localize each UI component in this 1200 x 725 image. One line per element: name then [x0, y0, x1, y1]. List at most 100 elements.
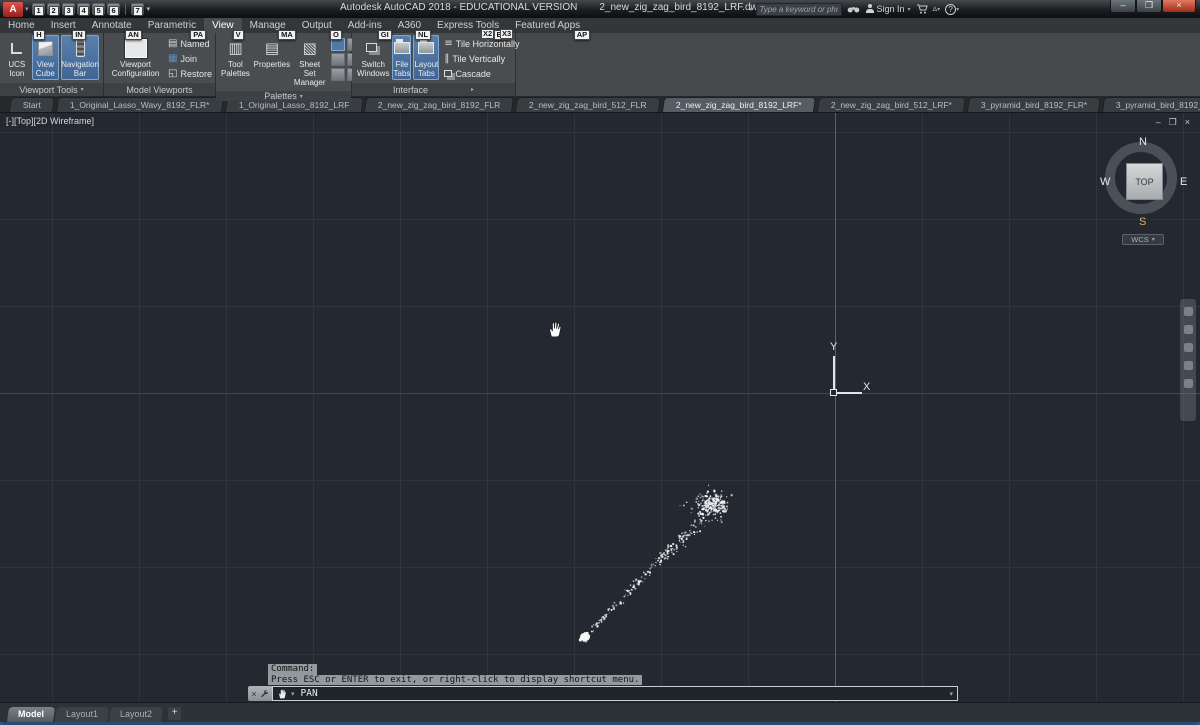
- ribbon-tab-featured-apps[interactable]: Featured AppsAP: [507, 18, 588, 33]
- qat-customize-caret-icon[interactable]: ▾: [147, 5, 151, 13]
- command-window-grip[interactable]: ×: [248, 686, 272, 701]
- application-menu-caret-icon[interactable]: ▾: [25, 5, 29, 13]
- file-tab[interactable]: 2_new_zig_zag_bird_512_LRF*: [817, 97, 966, 112]
- ribbon-tab-manage[interactable]: ManageMA: [242, 18, 294, 33]
- file-tab[interactable]: 2_new_zig_zag_bird_8192_LRF*: [662, 97, 816, 112]
- qat-button-6[interactable]: 6: [107, 3, 120, 15]
- nav-showmotion-icon[interactable]: [1184, 379, 1193, 388]
- qat-button-1[interactable]: 1: [32, 3, 45, 15]
- palette-mini-button[interactable]: [331, 53, 345, 66]
- layout-tabs-icon: [418, 42, 434, 54]
- layout-tabs-button[interactable]: Layout Tabs: [413, 35, 439, 80]
- ucs-x-axis: [833, 392, 862, 394]
- sign-in-button[interactable]: Sign In ▾: [866, 4, 911, 14]
- sign-in-caret-icon: ▾: [908, 6, 911, 13]
- command-close-icon[interactable]: ×: [251, 689, 256, 699]
- view-cube-label: View Cube: [33, 60, 58, 78]
- qat-button-2[interactable]: 2: [47, 3, 60, 15]
- file-tab[interactable]: 3_pyramid_bird_8192_FLR*: [967, 97, 1101, 112]
- file-tab[interactable]: 2_new_zig_zag_bird_8192_FLR: [364, 97, 515, 112]
- ucs-icon-button[interactable]: UCS Icon: [4, 35, 30, 80]
- command-input-area[interactable]: ▾ ▾: [272, 686, 958, 701]
- navigation-bar-button[interactable]: Navigation Bar: [61, 35, 99, 80]
- ribbon-tab-express-tools[interactable]: Express ToolsET: [429, 18, 507, 33]
- ribbon-tab-home[interactable]: HomeH: [0, 18, 43, 33]
- qat-button-3[interactable]: 3: [62, 3, 75, 15]
- layout-tab-bar: ModelLayout1Layout2 +: [0, 703, 181, 722]
- wcs-menu-button[interactable]: WCS▾: [1122, 234, 1164, 245]
- help-caret-icon[interactable]: ▾: [956, 6, 959, 13]
- compass-north[interactable]: N: [1139, 136, 1147, 148]
- viewport-close-button[interactable]: ×: [1185, 117, 1190, 128]
- ribbon-tab-a360[interactable]: A360NL: [390, 18, 429, 33]
- nav-zoom-icon[interactable]: [1184, 325, 1193, 334]
- minimize-button[interactable]: –: [1110, 0, 1136, 13]
- layout-tab-layout1[interactable]: Layout1: [55, 707, 109, 722]
- ribbon-tab-view[interactable]: ViewV: [204, 18, 242, 33]
- drawing-canvas[interactable]: [-][Top][2D Wireframe] – ❒ × N E S W TOP…: [0, 112, 1200, 702]
- command-recent-caret-icon[interactable]: ▾: [949, 690, 953, 698]
- file-tab[interactable]: 1_Original_Lasso_Wavy_8192_FLR*: [56, 97, 224, 112]
- tool-palettes-button[interactable]: ▥ Tool Palettes: [220, 35, 251, 80]
- close-button[interactable]: ×: [1162, 0, 1196, 13]
- qat-button-5[interactable]: 5: [92, 3, 105, 15]
- qat-button-7[interactable]: 7: [131, 3, 144, 15]
- restore-viewports-button[interactable]: ◱ Restore: [168, 67, 212, 80]
- panel-title-model-viewports[interactable]: Model Viewports: [104, 83, 215, 96]
- help-icon[interactable]: ?: [945, 4, 956, 15]
- keytip: AP: [574, 30, 590, 40]
- ribbon-tab-add-ins[interactable]: Add-insGI: [340, 18, 390, 33]
- application-menu-button[interactable]: A: [3, 2, 23, 17]
- ribbon-tab-insert[interactable]: InsertIN: [43, 18, 84, 33]
- ribbon-tab-annotate[interactable]: AnnotateAN: [84, 18, 140, 33]
- navigation-bar[interactable]: [1180, 299, 1196, 421]
- wcs-caret-icon: ▾: [1152, 236, 1155, 243]
- infocenter-collapse-icon[interactable]: ▸: [750, 5, 754, 13]
- compass-south[interactable]: S: [1139, 216, 1146, 228]
- nav-orbit-icon[interactable]: [1184, 343, 1193, 352]
- keytip: AN: [125, 30, 142, 40]
- viewport-restore-button[interactable]: ❒: [1169, 117, 1177, 128]
- file-tab[interactable]: 3_pyramid_bird_8192_LRF: [1102, 97, 1200, 112]
- layout-tab-model[interactable]: Model: [7, 707, 55, 722]
- sheet-set-manager-button[interactable]: ▧ Sheet Set Manager: [293, 35, 327, 89]
- panel-launcher-icon[interactable]: ▸: [471, 86, 474, 93]
- tile-vertically-button[interactable]: ‖ Tile Vertically: [444, 52, 519, 65]
- viewport-controls[interactable]: [-][Top][2D Wireframe]: [6, 116, 94, 126]
- layout-tab-layout2[interactable]: Layout2: [109, 707, 163, 722]
- palette-mini-button[interactable]: [331, 68, 345, 81]
- ribbon-tab-output[interactable]: OutputO: [294, 18, 340, 33]
- a360-caret-icon[interactable]: ▾: [937, 6, 940, 13]
- command-customize-wrench-icon[interactable]: [260, 689, 269, 698]
- restore-button[interactable]: ❒: [1136, 0, 1162, 13]
- viewport-minimize-button[interactable]: –: [1156, 117, 1161, 128]
- search-input[interactable]: [756, 3, 842, 16]
- compass-east[interactable]: E: [1180, 176, 1187, 188]
- app-store-cart-icon[interactable]: [916, 4, 928, 14]
- view-cube[interactable]: N E S W TOP WCS▾: [1098, 135, 1188, 247]
- file-tab[interactable]: 2_new_zig_zag_bird_512_FLR: [515, 97, 661, 112]
- qat-button-4[interactable]: 4: [77, 3, 90, 15]
- search-icon[interactable]: [847, 5, 860, 14]
- viewport-configuration-button[interactable]: Viewport Configuration: [108, 35, 163, 80]
- file-tabs-button[interactable]: File Tabs: [392, 35, 411, 80]
- switch-windows-button[interactable]: Switch Windows: [356, 35, 390, 80]
- compass-west[interactable]: W: [1100, 176, 1110, 188]
- ucs-y-axis: [833, 356, 835, 393]
- new-layout-button[interactable]: +: [168, 707, 181, 720]
- join-viewports-button[interactable]: ▦ Join: [168, 52, 212, 65]
- view-cube-top-face[interactable]: TOP: [1126, 163, 1163, 200]
- panel-title-palettes[interactable]: Palettes▾: [216, 91, 351, 101]
- panel-title-viewport-tools[interactable]: Viewport Tools▾: [0, 83, 103, 96]
- view-cube-button[interactable]: View Cube: [32, 35, 59, 80]
- panel-title-interface[interactable]: Interface▸: [352, 83, 515, 96]
- command-input[interactable]: [299, 687, 946, 700]
- ribbon-tab-parametric[interactable]: ParametricPA: [140, 18, 204, 33]
- file-tab[interactable]: Start: [9, 97, 55, 112]
- nav-wheel-icon[interactable]: [1184, 361, 1193, 370]
- nav-pan-icon[interactable]: [1184, 307, 1193, 316]
- file-tabs-icon: [394, 42, 410, 54]
- properties-button[interactable]: ▤ Properties: [253, 35, 291, 71]
- command-options-caret-icon[interactable]: ▾: [291, 690, 295, 698]
- cascade-button[interactable]: Cascade: [444, 67, 519, 80]
